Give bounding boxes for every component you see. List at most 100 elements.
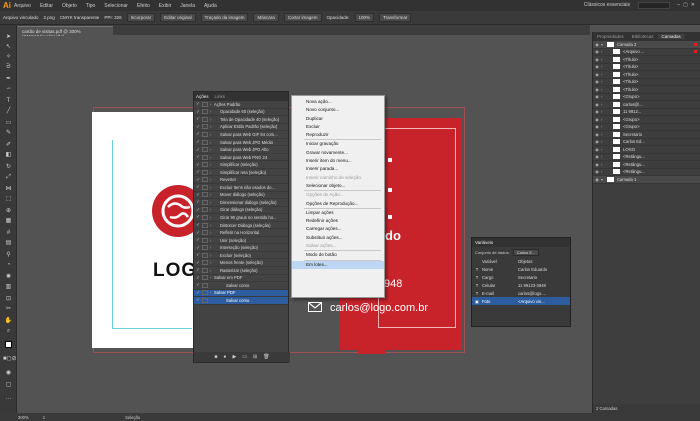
expand-chevron-icon[interactable]: › [601, 94, 613, 99]
embed-button[interactable]: Incorporar [126, 13, 156, 22]
toggle-check-icon[interactable]: ✓ [194, 109, 202, 115]
mask-button[interactable]: Máscara [253, 13, 279, 22]
menu-item[interactable]: Nova ação... [292, 98, 384, 106]
variable-row[interactable]: T Nome Carlos Eduardo [472, 265, 570, 273]
shaper-tool-icon[interactable]: ✐ [3, 141, 14, 149]
sublayer-row[interactable]: ◉ › <Arquivo ... [593, 49, 700, 56]
sublayer-row[interactable]: ◉ › <Retângu... [593, 154, 700, 161]
toggle-check-icon[interactable]: ✓ [194, 169, 202, 175]
expand-chevron-icon[interactable]: › [601, 87, 613, 92]
visibility-eye-icon[interactable]: ◉ [593, 79, 601, 84]
expand-chevron-icon[interactable]: › [601, 102, 613, 107]
expand-chevron-icon[interactable]: › [601, 109, 613, 114]
toggle-check-icon[interactable]: ✓ [194, 199, 202, 205]
rectangle-tool-icon[interactable]: ▭ [3, 119, 14, 127]
color-mode-icons[interactable]: ■◻⊘ [3, 355, 17, 363]
menu-selecionar[interactable]: Selecionar [104, 3, 128, 9]
variable-row[interactable]: T Celular 11 99123-3948 [472, 281, 570, 289]
toggle-check-icon[interactable]: ✓ [194, 154, 202, 160]
mesh-tool-icon[interactable]: # [3, 229, 14, 237]
visibility-eye-icon[interactable]: ◉ [593, 72, 601, 77]
expand-chevron-icon[interactable]: › [601, 117, 613, 122]
perspective-grid-icon[interactable]: ▦ [3, 217, 14, 225]
dialog-toggle-icon[interactable] [202, 116, 208, 122]
action-row[interactable]: ✓ › Simplificar reta (seleção) [194, 169, 288, 177]
paintbrush-tool-icon[interactable]: ✎ [3, 129, 14, 137]
window-controls[interactable]: –▢✕ [677, 2, 698, 8]
variable-row[interactable]: ▣ Foto <Arquivo vin... [472, 297, 570, 305]
selected-art-indicator[interactable] [694, 42, 697, 46]
expand-chevron-icon[interactable]: › [601, 154, 613, 159]
dialog-toggle-icon[interactable] [202, 101, 208, 107]
menu-tipo[interactable]: Tipo [86, 3, 96, 9]
linked-file-name[interactable]: 2.png [44, 15, 55, 20]
toggle-check-icon[interactable]: ✓ [194, 275, 202, 281]
expand-chevron-icon[interactable]: › [601, 139, 613, 144]
document-tab[interactable]: cartão de visitas.pdf @ 300% (CMYK/Visua… [18, 26, 113, 39]
type-tool-icon[interactable]: T [3, 97, 14, 105]
expand-chevron-icon[interactable]: › [210, 192, 220, 197]
new-action-icon[interactable]: ⊞ [253, 354, 257, 360]
expand-chevron-icon[interactable]: › [210, 117, 220, 122]
dialog-toggle-icon[interactable] [202, 290, 208, 296]
toggle-check-icon[interactable]: ✓ [194, 290, 202, 296]
action-row[interactable]: ✓ › Simplificar (seleção) [194, 161, 288, 169]
toggle-check-icon[interactable]: ✓ [194, 124, 202, 130]
screen-mode-icon[interactable]: ▢ [3, 381, 14, 389]
menu-ajuda[interactable]: Ajuda [204, 3, 217, 9]
menu-janela[interactable]: Janela [180, 3, 195, 9]
dialog-toggle-icon[interactable] [202, 237, 208, 243]
workspace-switcher[interactable]: Clássicos essenciais [584, 2, 630, 8]
variables-panel-title[interactable]: Variáveis [472, 238, 570, 247]
sublayer-row[interactable]: ◉ › <Título> [593, 56, 700, 64]
toggle-check-icon[interactable]: ✓ [194, 131, 202, 137]
visibility-eye-icon[interactable]: ◉ [593, 139, 601, 144]
action-row[interactable]: ✓ › Aplicar Estilo Padrão (seleção) [194, 124, 288, 132]
selection-handle[interactable] [388, 215, 392, 219]
expand-chevron-icon[interactable]: › [210, 253, 220, 258]
dataset-dropdown[interactable]: Carlos E... [512, 248, 540, 256]
action-row[interactable]: ✓ › Interseção (seleção) [194, 244, 288, 252]
toggle-check-icon[interactable]: ✓ [194, 184, 202, 190]
toggle-check-icon[interactable]: ✓ [194, 230, 202, 236]
symbol-sprayer-icon[interactable]: ✺ [3, 273, 14, 281]
layer-row[interactable]: ◉ ▾ Camada 1 [593, 176, 700, 184]
scale-tool-icon[interactable]: ⤢ [3, 173, 14, 181]
width-tool-icon[interactable]: ⋈ [3, 185, 14, 193]
menu-item[interactable]: Inserir parada... [292, 165, 384, 173]
visibility-eye-icon[interactable]: ◉ [593, 57, 601, 62]
menu-item[interactable]: Opções de Reprodução... [292, 200, 384, 208]
selection-handle[interactable] [388, 158, 392, 162]
gradient-tool-icon[interactable]: ▤ [3, 239, 14, 247]
action-row[interactable]: ✓ › Salvar em PDF [194, 275, 288, 283]
expand-chevron-icon[interactable]: › [210, 230, 220, 235]
record-icon[interactable]: ● [223, 354, 226, 360]
toggle-check-icon[interactable]: ✓ [194, 177, 202, 183]
menu-item[interactable]: Reproduzir [292, 131, 384, 139]
sublayer-row[interactable]: ◉ › <Retângu... [593, 169, 700, 176]
action-row[interactable]: ✓ › Dimensionar diálogo (seleção) [194, 199, 288, 207]
visibility-eye-icon[interactable]: ◉ [593, 147, 601, 152]
dialog-toggle-icon[interactable] [202, 245, 208, 251]
dialog-toggle-icon[interactable] [202, 297, 208, 303]
action-row[interactable]: ✓ › Rasterizar (seleção) [194, 267, 288, 275]
action-row[interactable]: ✓ › Girar diálogo (seleção) [194, 207, 288, 215]
menu-item[interactable]: Gravar novamente... [292, 149, 384, 157]
zoom-level[interactable]: 300% [18, 415, 29, 420]
sublayer-row[interactable]: ◉ › <Título> [593, 64, 700, 71]
toggle-check-icon[interactable]: ✓ [194, 222, 202, 228]
menu-item[interactable]: Duplicar [292, 115, 384, 123]
expand-chevron-icon[interactable]: › [210, 215, 220, 220]
sublayer-row[interactable]: ◉ › <Grupo> [593, 116, 700, 124]
dialog-toggle-icon[interactable] [202, 154, 208, 160]
sublayer-row[interactable]: ◉ › <Grupo> [593, 94, 700, 101]
expand-chevron-icon[interactable]: › [601, 124, 613, 129]
expand-chevron-icon[interactable]: › [601, 169, 613, 174]
visibility-eye-icon[interactable]: ◉ [593, 64, 601, 69]
expand-chevron-icon[interactable]: › [210, 155, 220, 160]
magic-wand-icon[interactable]: ✧ [3, 53, 14, 61]
play-icon[interactable]: ▶ [232, 354, 236, 360]
dialog-toggle-icon[interactable] [202, 222, 208, 228]
action-row[interactable]: ✓ › Excluir Itens não usados do... [194, 184, 288, 192]
variable-row[interactable]: T Cargo Secretario [472, 273, 570, 281]
